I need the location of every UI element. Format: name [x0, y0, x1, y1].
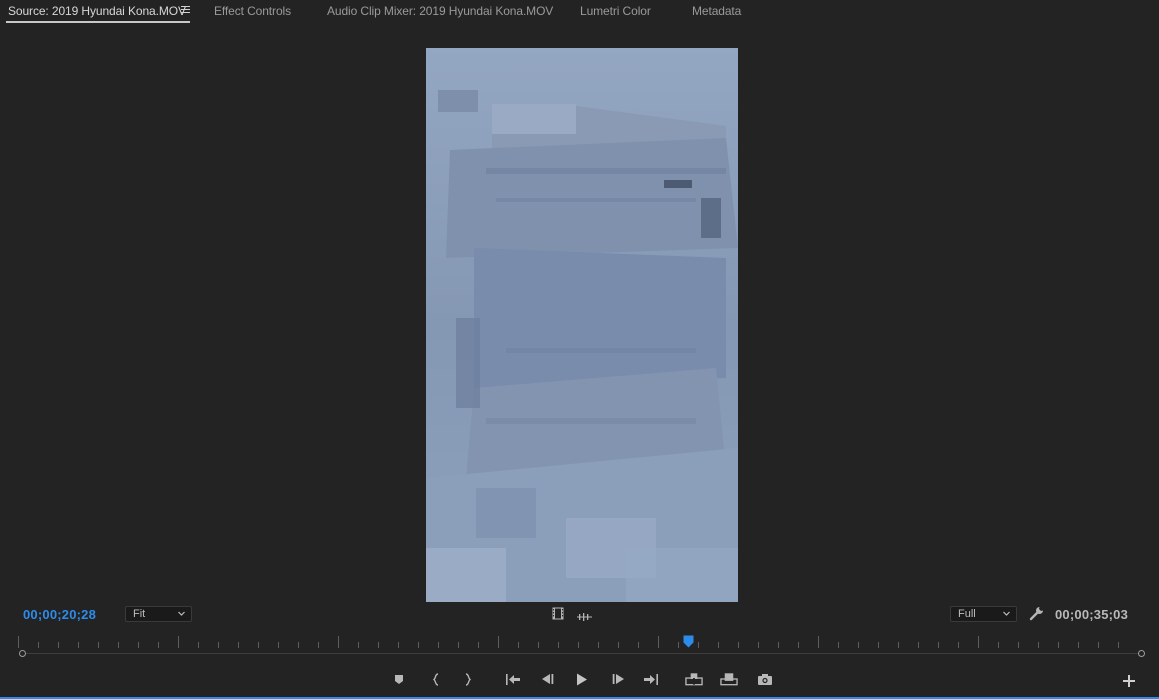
- hamburger-icon[interactable]: [181, 6, 190, 14]
- mark-in-icon[interactable]: [427, 671, 445, 687]
- time-ruler[interactable]: [18, 630, 1138, 650]
- in-point-handle[interactable]: [19, 650, 26, 657]
- mark-out-icon[interactable]: [459, 671, 477, 687]
- plus-icon[interactable]: [1123, 674, 1135, 692]
- active-tab-indicator: [6, 21, 190, 23]
- video-frame-image: [426, 48, 738, 602]
- current-timecode[interactable]: 00;00;20;28: [23, 607, 96, 622]
- tab-source[interactable]: Source: 2019 Hyundai Kona.MOV: [8, 4, 186, 18]
- camera-icon[interactable]: [756, 671, 774, 687]
- waveform-icon[interactable]: [577, 609, 592, 627]
- insert-icon[interactable]: [685, 671, 703, 687]
- chevron-down-icon: [178, 611, 185, 616]
- zoom-level-select[interactable]: Fit: [125, 606, 192, 622]
- duration-timecode: 00;00;35;03: [1055, 607, 1129, 622]
- chevron-down-icon: [1003, 611, 1010, 616]
- tab-metadata[interactable]: Metadata: [692, 4, 741, 18]
- tab-lumetri-color[interactable]: Lumetri Color: [580, 4, 651, 18]
- step-back-icon[interactable]: [538, 671, 556, 687]
- panel-tab-bar: Source: 2019 Hyundai Kona.MOV Effect Con…: [0, 0, 1159, 26]
- marker-icon[interactable]: [390, 671, 408, 687]
- zoom-level-value: Fit: [133, 608, 146, 620]
- step-forward-icon[interactable]: [609, 671, 627, 687]
- play-icon[interactable]: [573, 671, 591, 687]
- scrub-bar[interactable]: [22, 653, 1142, 654]
- resolution-value: Full: [958, 608, 976, 620]
- out-point-handle[interactable]: [1138, 650, 1145, 657]
- go-to-out-icon[interactable]: [642, 671, 660, 687]
- video-preview-frame[interactable]: [426, 48, 738, 602]
- film-icon[interactable]: [552, 607, 564, 625]
- go-to-in-icon[interactable]: [504, 671, 522, 687]
- resolution-select[interactable]: Full: [950, 606, 1017, 622]
- wrench-icon[interactable]: [1029, 606, 1044, 626]
- tab-effect-controls[interactable]: Effect Controls: [214, 4, 291, 18]
- playhead[interactable]: [683, 635, 694, 648]
- overwrite-icon[interactable]: [720, 671, 738, 687]
- tab-audio-clip-mixer[interactable]: Audio Clip Mixer: 2019 Hyundai Kona.MOV: [327, 4, 553, 18]
